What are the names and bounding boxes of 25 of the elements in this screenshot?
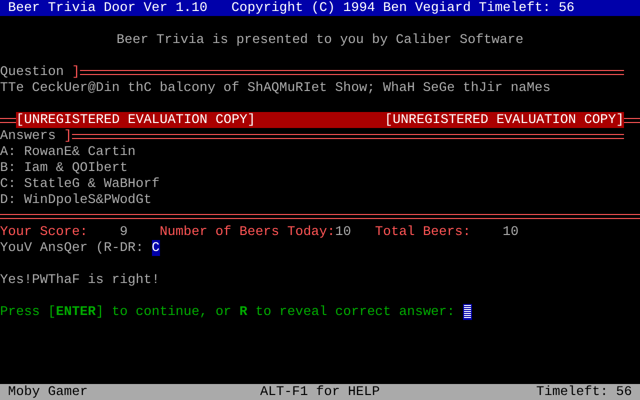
answer-option: C: StatleG & WaBHorf: [0, 176, 160, 192]
answer-option: D: WinDpoleS&PWodGt: [0, 192, 152, 208]
prompt-label: YouV AnsQer (R-DR:: [0, 240, 145, 256]
question-text: TTe CeckUer@Din thC balcony of ShAQMuRIet Show; WhaH SeGe thJir naMes: [0, 80, 551, 96]
answer-option: A: RowanE& Cartin: [0, 144, 136, 160]
stat-value: 9: [120, 224, 129, 240]
window-title: Beer Trivia Door Ver 1.10 Copyright (C) 1994 Ben Vegiard Timeleft: 56: [8, 0, 575, 16]
section-heading: Question ]: [0, 64, 80, 80]
answer-option: B: Iam & QOIbert: [0, 160, 128, 176]
continue-prompt: Press [ENTER] to continue, or R to reveal correct answer:: [0, 304, 456, 320]
stat-label: Number of Beers Today:: [160, 224, 336, 240]
evaluation-notice: [UNREGISTERED EVALUATION COPY]: [384, 112, 624, 128]
stat-label: Your Score:: [0, 224, 89, 240]
banner-text: Beer Trivia is presented to you by Caliber Software: [116, 32, 524, 48]
evaluation-notice: [UNREGISTERED EVALUATION COPY]: [16, 112, 256, 128]
result-message: Yes!PWThaF is right!: [0, 272, 160, 288]
answer-field[interactable]: C: [152, 240, 160, 256]
time-left: Timeleft: 56: [536, 384, 632, 400]
user-name: Moby Gamer: [8, 384, 89, 400]
help-hint: ALT-F1 for HELP: [260, 384, 380, 400]
cursor-icon: [462, 304, 472, 320]
stat-value: 10: [335, 224, 352, 240]
stat-value: 10: [502, 224, 520, 240]
section-heading: Answers ]: [0, 128, 72, 144]
stat-label: Total Beers:: [375, 224, 472, 240]
